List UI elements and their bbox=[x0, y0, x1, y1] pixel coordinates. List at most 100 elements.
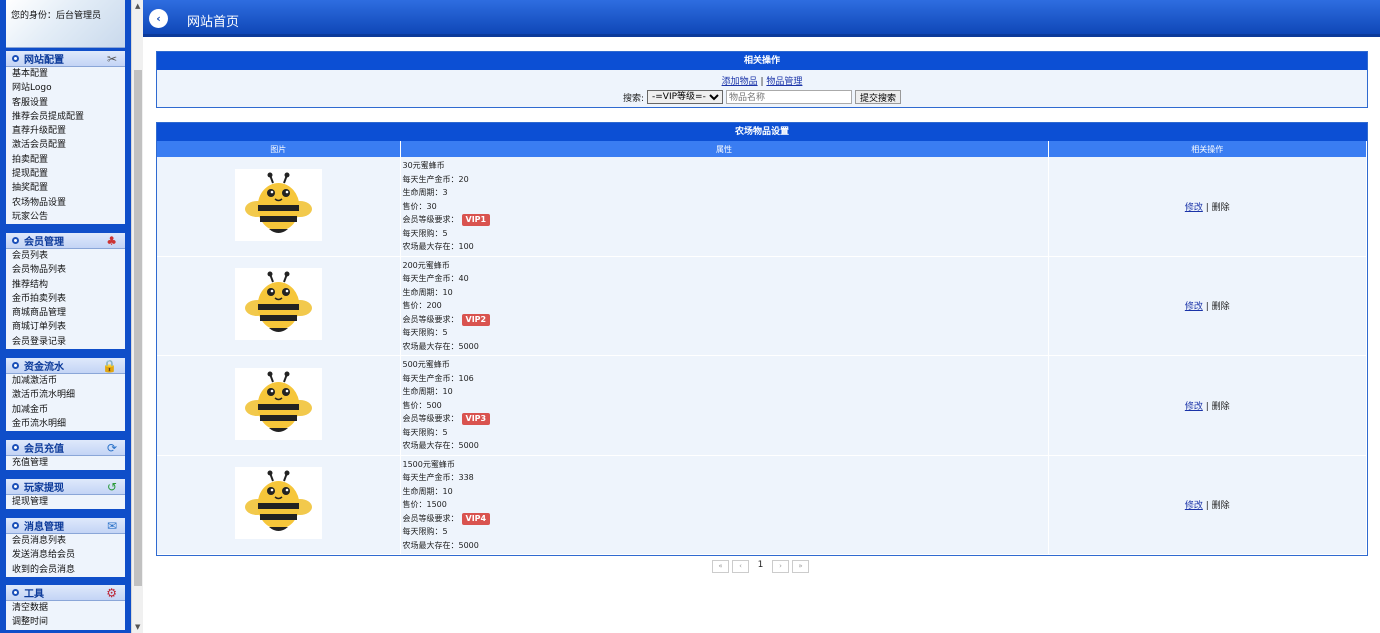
sidebar-section-header[interactable]: 会员充值 ⟳ bbox=[6, 440, 125, 456]
sidebar-item[interactable]: 加减激活币 bbox=[6, 374, 125, 388]
sidebar-item[interactable]: 激活会员配置 bbox=[6, 138, 125, 152]
delete-link[interactable]: 删除 bbox=[1212, 302, 1230, 312]
sidebar-item[interactable]: 抽奖配置 bbox=[6, 181, 125, 195]
sidebar-item[interactable]: 清空数据 bbox=[6, 601, 125, 615]
table-row: 1500元蜜蜂币 每天生产金币：338 生命周期：10 售价：1500 会员等级要求： V… bbox=[157, 455, 1367, 555]
sidebar-item[interactable]: 充值管理 bbox=[6, 456, 125, 470]
sidebar-section: 玩家提现 ↺ 提现管理 bbox=[6, 479, 125, 510]
sidebar-item[interactable]: 商城订单列表 bbox=[6, 320, 125, 334]
item-attributes-cell: 30元蜜蜂币 每天生产金币：20 生命周期：3 售价：30 会员等级要求： VIP1 每天限… bbox=[400, 157, 1049, 257]
sidebar-item[interactable]: 发送消息给会员 bbox=[6, 548, 125, 562]
add-item-link[interactable]: 添加物品 bbox=[722, 77, 758, 87]
sidebar-section-header[interactable]: 工具 ⚙ bbox=[6, 585, 125, 601]
sidebar-item[interactable]: 会员消息列表 bbox=[6, 534, 125, 548]
col-header-attributes: 属性 bbox=[400, 141, 1049, 157]
sidebar-item[interactable]: 客服设置 bbox=[6, 96, 125, 110]
sidebar-item[interactable]: 拍卖配置 bbox=[6, 153, 125, 167]
manage-items-link[interactable]: 物品管理 bbox=[766, 77, 802, 87]
vip-badge: VIP3 bbox=[461, 413, 491, 425]
sidebar-item[interactable]: 基本配置 bbox=[6, 67, 125, 81]
sidebar-item[interactable]: 直荐升级配置 bbox=[6, 124, 125, 138]
sidebar-item[interactable]: 提现管理 bbox=[6, 495, 125, 509]
current-page: 1 bbox=[752, 560, 769, 573]
item-name-input[interactable] bbox=[726, 90, 853, 104]
item-life-cycle: 生命周期：10 bbox=[402, 287, 453, 297]
bullet-icon bbox=[12, 444, 19, 451]
edit-link[interactable]: 修改 bbox=[1185, 203, 1203, 213]
scroll-down-icon[interactable]: ▼ bbox=[135, 623, 140, 631]
next-page-button[interactable]: › bbox=[772, 560, 789, 573]
item-life-cycle: 生命周期：10 bbox=[402, 486, 453, 496]
sidebar-scrollbar[interactable]: ▲ ▼ bbox=[131, 0, 143, 633]
sidebar-section-header[interactable]: 会员管理 ♣ bbox=[6, 233, 125, 249]
prev-page-button[interactable]: ‹ bbox=[732, 560, 749, 573]
item-farm-max: 农场最大存在：100 bbox=[402, 242, 474, 251]
sidebar-item[interactable]: 农场物品设置 bbox=[6, 196, 125, 210]
edit-link[interactable]: 修改 bbox=[1185, 501, 1203, 511]
bullet-icon bbox=[12, 237, 19, 244]
item-daily-limit: 每天限购：5 bbox=[402, 527, 448, 536]
action-separator: | bbox=[1205, 401, 1209, 412]
sidebar-section-header[interactable]: 消息管理 ✉ bbox=[6, 518, 125, 534]
link-separator: | bbox=[760, 77, 764, 87]
sidebar-item[interactable]: 金币拍卖列表 bbox=[6, 292, 125, 306]
items-panel-title: 农场物品设置 bbox=[157, 123, 1367, 141]
sidebar-item[interactable]: 会员物品列表 bbox=[6, 263, 125, 277]
edit-link[interactable]: 修改 bbox=[1185, 402, 1203, 412]
item-daily-limit: 每天限购：5 bbox=[402, 328, 448, 337]
action-separator: | bbox=[1205, 501, 1209, 512]
delete-link[interactable]: 删除 bbox=[1212, 501, 1230, 511]
sidebar-item[interactable]: 商城商品管理 bbox=[6, 306, 125, 320]
first-page-button[interactable]: « bbox=[712, 560, 729, 573]
item-image-cell bbox=[157, 157, 401, 257]
sidebar-item[interactable]: 会员登录记录 bbox=[6, 335, 125, 349]
sidebar-item[interactable]: 收到的会员消息 bbox=[6, 563, 125, 577]
sidebar-section: 消息管理 ✉ 会员消息列表 发送消息给会员 收到的会员消息 bbox=[6, 518, 125, 577]
sidebar-section: 网站配置 ✂ 基本配置 网站Logo 客服设置 推荐会员提成配置 直荐升级配置 激活会员配置拍… bbox=[6, 51, 125, 225]
sidebar-item[interactable]: 推荐结构 bbox=[6, 278, 125, 292]
sidebar-item[interactable]: 会员列表 bbox=[6, 249, 125, 263]
sidebar-item[interactable]: 玩家公告 bbox=[6, 210, 125, 224]
sidebar-item[interactable]: 调整时间 bbox=[6, 615, 125, 629]
sidebar-item[interactable]: 金币流水明细 bbox=[6, 417, 125, 431]
sidebar-item[interactable]: 推荐会员提成配置 bbox=[6, 110, 125, 124]
sidebar-item[interactable]: 网站Logo bbox=[6, 81, 125, 95]
vip-level-select[interactable]: -=VIP等级=- bbox=[647, 90, 724, 104]
scroll-up-icon[interactable]: ▲ bbox=[135, 2, 140, 10]
submit-search-button[interactable]: 提交搜索 bbox=[855, 90, 902, 104]
bullet-icon bbox=[12, 483, 19, 490]
vip-badge: VIP1 bbox=[461, 214, 491, 226]
ops-panel: 相关操作 添加物品 | 物品管理 搜索: -=VIP等级=- 提交搜索 bbox=[156, 51, 1368, 108]
bee-image bbox=[234, 367, 322, 440]
sidebar-item[interactable]: 加减金币 bbox=[6, 403, 125, 417]
item-daily-gold: 每天生产金币：40 bbox=[402, 274, 469, 283]
sidebar-section-header[interactable]: 资金流水 🔒 bbox=[6, 358, 125, 374]
message-icon: ✉ bbox=[106, 519, 117, 533]
item-image-cell bbox=[157, 355, 401, 456]
item-farm-max: 农场最大存在：5000 bbox=[402, 341, 479, 351]
sidebar-item[interactable]: 提现配置 bbox=[6, 167, 125, 181]
delete-link[interactable]: 删除 bbox=[1212, 203, 1230, 213]
item-name: 200元蜜蜂币 bbox=[402, 260, 450, 270]
sidebar-section-header[interactable]: 网站配置 ✂ bbox=[6, 51, 125, 67]
vip-requirement-label: 会员等级要求： bbox=[402, 414, 459, 423]
back-arrow-icon[interactable]: ‹ bbox=[149, 9, 168, 28]
edit-link[interactable]: 修改 bbox=[1185, 302, 1203, 312]
sidebar-section-title: 消息管理 bbox=[24, 522, 64, 533]
sidebar-section: 资金流水 🔒 加减激活币 激活币流水明细 加减金币 金币流水明细 bbox=[6, 358, 125, 432]
vip-requirement-label: 会员等级要求： bbox=[402, 314, 459, 324]
last-page-button[interactable]: » bbox=[792, 560, 809, 573]
table-row: 500元蜜蜂币 每天生产金币：106 生命周期：10 售价：500 会员等级要求： VIP… bbox=[157, 355, 1367, 456]
col-header-actions: 相关操作 bbox=[1048, 141, 1367, 157]
item-price: 售价：30 bbox=[402, 201, 437, 211]
sidebar-section-title: 会员充值 bbox=[24, 444, 64, 455]
item-actions-cell: 修改 | 删除 bbox=[1048, 157, 1367, 257]
sidebar-section-title: 玩家提现 bbox=[24, 483, 64, 494]
item-attributes-cell: 200元蜜蜂币 每天生产金币：40 生命周期：10 售价：200 会员等级要求： VIP2… bbox=[400, 256, 1049, 356]
item-farm-max: 农场最大存在：5000 bbox=[402, 441, 479, 450]
sidebar-section-header[interactable]: 玩家提现 ↺ bbox=[6, 479, 125, 495]
scrollbar-thumb[interactable] bbox=[134, 70, 142, 586]
bee-image bbox=[234, 168, 322, 241]
delete-link[interactable]: 删除 bbox=[1212, 402, 1230, 412]
sidebar-item[interactable]: 激活币流水明细 bbox=[6, 388, 125, 402]
